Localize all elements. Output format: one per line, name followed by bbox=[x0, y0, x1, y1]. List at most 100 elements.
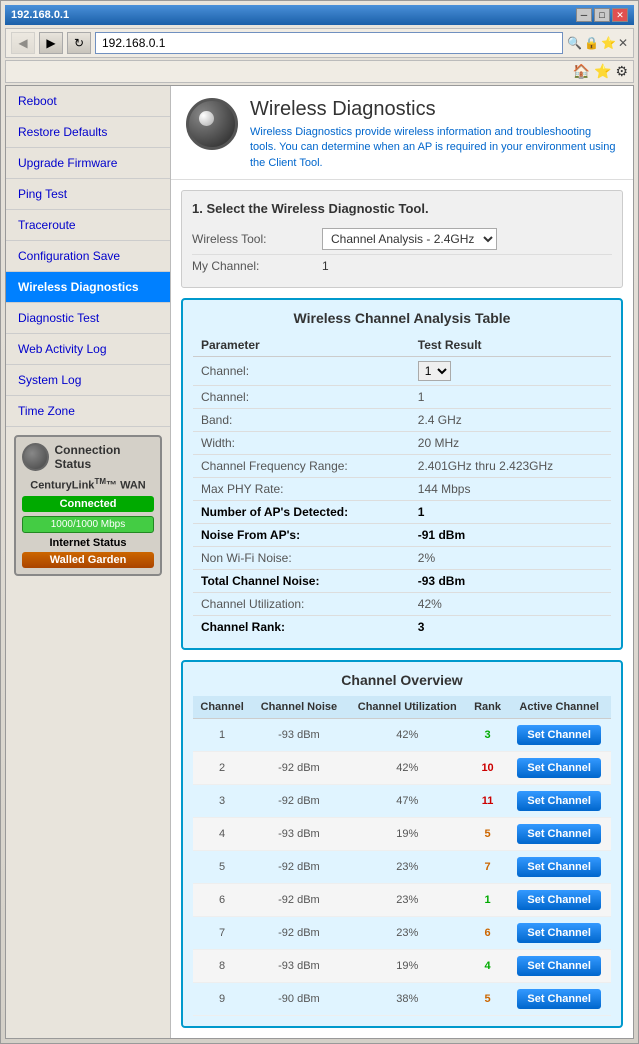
active-channel-cell: Set Channel bbox=[507, 752, 611, 785]
sidebar-item-configuration-save[interactable]: Configuration Save bbox=[6, 241, 170, 272]
section1-title: 1. Select the Wireless Diagnostic Tool. bbox=[192, 201, 612, 216]
sidebar: RebootRestore DefaultsUpgrade FirmwarePi… bbox=[6, 86, 171, 1038]
sidebar-item-reboot[interactable]: Reboot bbox=[6, 86, 170, 117]
rank-cell: 5 bbox=[468, 983, 508, 1016]
noise-cell: -93 dBm bbox=[251, 719, 347, 752]
overview-col-header: Rank bbox=[468, 696, 508, 719]
address-icons: 🔍 🔒 ⭐ ✕ bbox=[567, 36, 628, 50]
table-row: Channel Frequency Range:2.401GHz thru 2.… bbox=[193, 455, 611, 478]
table-row: 5-92 dBm23%7Set Channel bbox=[193, 851, 611, 884]
param-cell: Noise From AP's: bbox=[193, 524, 410, 547]
rank-cell: 3 bbox=[468, 719, 508, 752]
rank-cell: 11 bbox=[468, 785, 508, 818]
channel-cell: 4 bbox=[193, 818, 251, 851]
channel-cell: 6 bbox=[193, 884, 251, 917]
minimize-button[interactable]: ─ bbox=[576, 8, 592, 22]
value-cell: 20 MHz bbox=[410, 432, 611, 455]
main-panel: Wireless Diagnostics Wireless Diagnostic… bbox=[171, 86, 633, 1038]
utilization-cell: 23% bbox=[347, 851, 468, 884]
wireless-tool-select[interactable]: Channel Analysis - 2.4GHz Channel Analys… bbox=[322, 228, 497, 250]
sidebar-item-web-activity-log[interactable]: Web Activity Log bbox=[6, 334, 170, 365]
set-channel-button[interactable]: Set Channel bbox=[517, 989, 601, 1009]
set-channel-button[interactable]: Set Channel bbox=[517, 956, 601, 976]
channel-select[interactable]: 1 bbox=[418, 361, 451, 381]
sidebar-item-restore-defaults[interactable]: Restore Defaults bbox=[6, 117, 170, 148]
noise-cell: -90 dBm bbox=[251, 983, 347, 1016]
set-channel-button[interactable]: Set Channel bbox=[517, 791, 601, 811]
channel-cell: 7 bbox=[193, 917, 251, 950]
back-button[interactable]: ◀ bbox=[11, 32, 35, 54]
table-row: 1-93 dBm42%3Set Channel bbox=[193, 719, 611, 752]
sidebar-item-diagnostic-test[interactable]: Diagnostic Test bbox=[6, 303, 170, 334]
section1-box: 1. Select the Wireless Diagnostic Tool. … bbox=[181, 190, 623, 288]
close-icon[interactable]: ✕ bbox=[618, 36, 628, 50]
set-channel-button[interactable]: Set Channel bbox=[517, 824, 601, 844]
active-channel-cell: Set Channel bbox=[507, 785, 611, 818]
close-button[interactable]: ✕ bbox=[612, 8, 628, 22]
rank-cell: 6 bbox=[468, 917, 508, 950]
table-row: Channel Rank:3 bbox=[193, 616, 611, 639]
table-row: 7-92 dBm23%6Set Channel bbox=[193, 917, 611, 950]
connection-status-header: Connection Status bbox=[22, 443, 154, 471]
forward-button[interactable]: ▶ bbox=[39, 32, 63, 54]
value-cell[interactable]: 1 bbox=[410, 357, 611, 386]
star-icon[interactable]: ⭐ bbox=[601, 36, 616, 50]
set-channel-button[interactable]: Set Channel bbox=[517, 857, 601, 877]
toolbar: 🏠 ⭐ ⚙ bbox=[5, 60, 634, 83]
refresh-button[interactable]: ↻ bbox=[67, 32, 91, 54]
sidebar-item-ping-test[interactable]: Ping Test bbox=[6, 179, 170, 210]
internet-status-badge: Walled Garden bbox=[22, 552, 154, 568]
set-channel-button[interactable]: Set Channel bbox=[517, 758, 601, 778]
param-cell: Width: bbox=[193, 432, 410, 455]
table-row: 3-92 dBm47%11Set Channel bbox=[193, 785, 611, 818]
channel-cell: 9 bbox=[193, 983, 251, 1016]
value-cell: -91 dBm bbox=[410, 524, 611, 547]
internet-status-label: Internet Status bbox=[22, 537, 154, 549]
maximize-button[interactable]: □ bbox=[594, 8, 610, 22]
analysis-table: Parameter Test Result Channel:1Channel:1… bbox=[193, 334, 611, 638]
sidebar-item-time-zone[interactable]: Time Zone bbox=[6, 396, 170, 427]
table-row: Channel Utilization:42% bbox=[193, 593, 611, 616]
value-cell: 42% bbox=[410, 593, 611, 616]
set-channel-button[interactable]: Set Channel bbox=[517, 725, 601, 745]
utilization-cell: 23% bbox=[347, 884, 468, 917]
settings-icon[interactable]: ⚙ bbox=[615, 63, 628, 80]
overview-table-container: Channel Overview ChannelChannel NoiseCha… bbox=[181, 660, 623, 1028]
table-row: Channel: 1 bbox=[193, 357, 611, 386]
overview-table: ChannelChannel NoiseChannel UtilizationR… bbox=[193, 696, 611, 1016]
table-row: 6-92 dBm23%1Set Channel bbox=[193, 884, 611, 917]
bookmarks-icon[interactable]: ⭐ bbox=[594, 63, 611, 80]
set-channel-button[interactable]: Set Channel bbox=[517, 923, 601, 943]
utilization-cell: 47% bbox=[347, 785, 468, 818]
value-cell: 2% bbox=[410, 547, 611, 570]
set-channel-button[interactable]: Set Channel bbox=[517, 890, 601, 910]
analysis-table-container: Wireless Channel Analysis Table Paramete… bbox=[181, 298, 623, 650]
rank-cell: 10 bbox=[468, 752, 508, 785]
search-icon[interactable]: 🔍 bbox=[567, 36, 582, 50]
address-input[interactable] bbox=[95, 32, 563, 54]
active-channel-cell: Set Channel bbox=[507, 950, 611, 983]
tool-row: Wireless Tool: Channel Analysis - 2.4GHz… bbox=[192, 224, 612, 255]
param-cell: Channel Rank: bbox=[193, 616, 410, 639]
param-cell: Channel Frequency Range: bbox=[193, 455, 410, 478]
active-channel-cell: Set Channel bbox=[507, 983, 611, 1016]
param-cell: Channel Utilization: bbox=[193, 593, 410, 616]
param-cell: Channel: bbox=[193, 357, 410, 386]
utilization-cell: 19% bbox=[347, 818, 468, 851]
param-cell: Total Channel Noise: bbox=[193, 570, 410, 593]
active-channel-cell: Set Channel bbox=[507, 884, 611, 917]
sidebar-item-traceroute[interactable]: Traceroute bbox=[6, 210, 170, 241]
value-cell: 2.4 GHz bbox=[410, 409, 611, 432]
sidebar-item-system-log[interactable]: System Log bbox=[6, 365, 170, 396]
page-icon bbox=[186, 98, 238, 150]
value-cell: 1 bbox=[410, 386, 611, 409]
my-channel-label: My Channel: bbox=[192, 259, 322, 273]
home-icon[interactable]: 🏠 bbox=[573, 63, 590, 80]
channel-cell: 1 bbox=[193, 719, 251, 752]
table-row: Max PHY Rate:144 Mbps bbox=[193, 478, 611, 501]
value-cell: 1 bbox=[410, 501, 611, 524]
sidebar-item-upgrade-firmware[interactable]: Upgrade Firmware bbox=[6, 148, 170, 179]
channel-cell: 8 bbox=[193, 950, 251, 983]
sidebar-item-wireless-diagnostics[interactable]: Wireless Diagnostics bbox=[6, 272, 170, 303]
rank-cell: 7 bbox=[468, 851, 508, 884]
